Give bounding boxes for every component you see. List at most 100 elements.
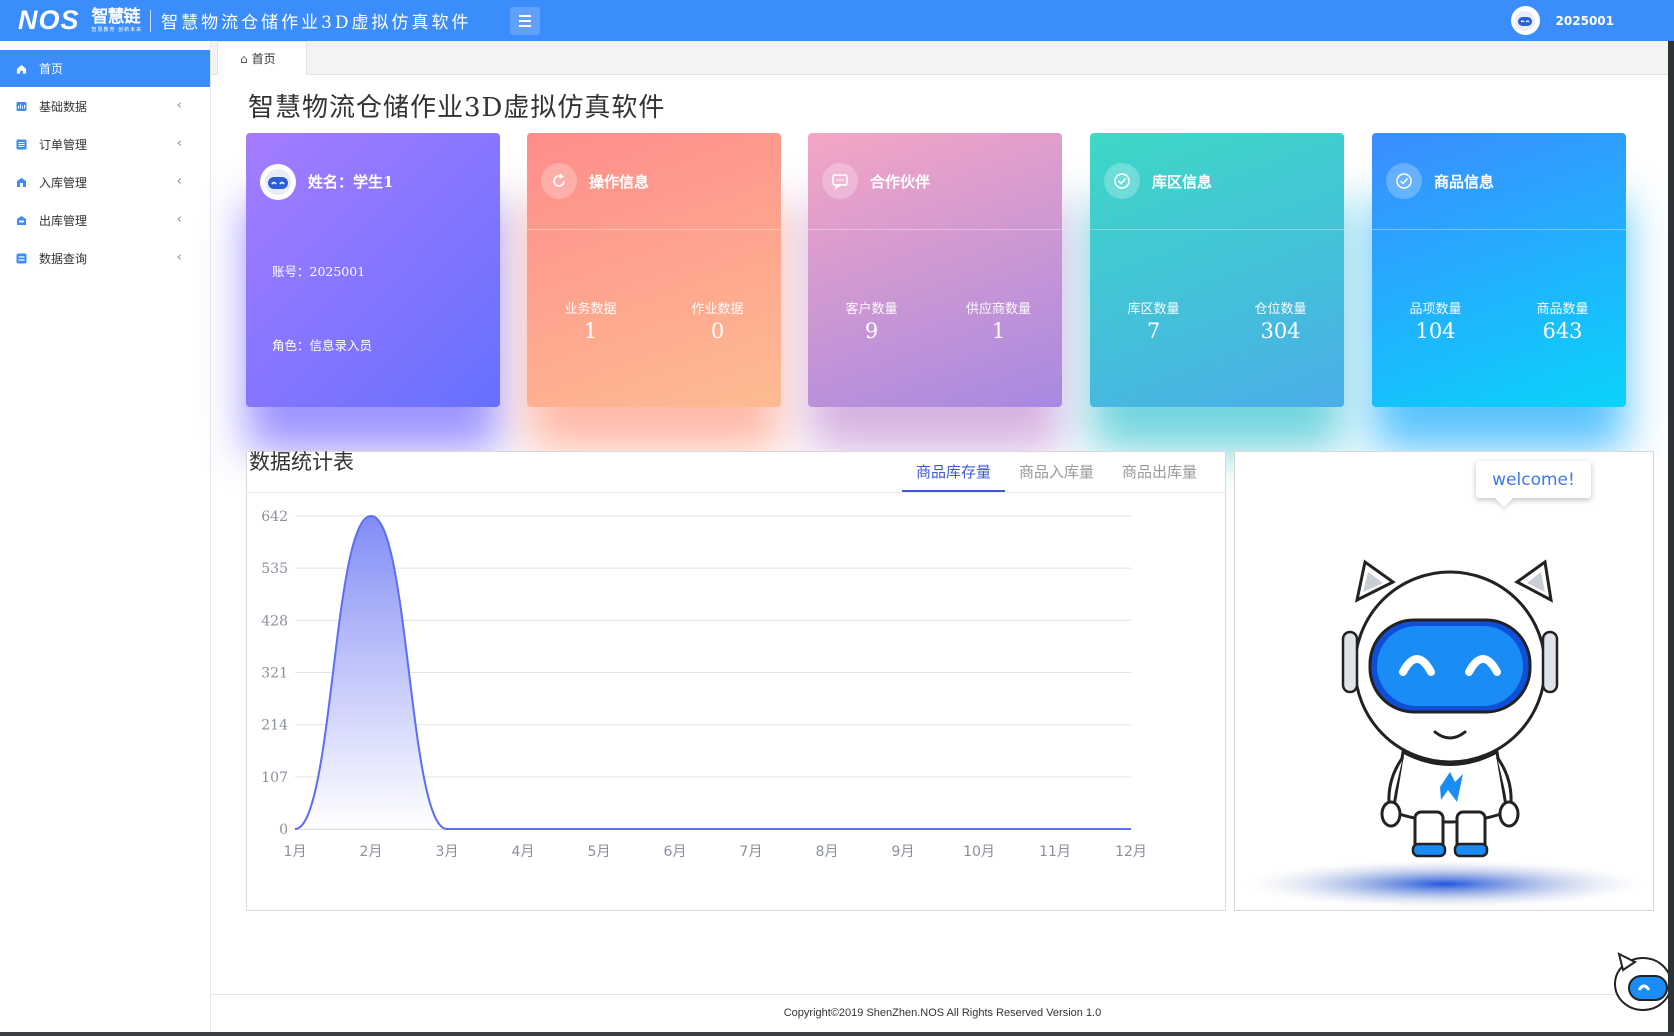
- check-circle-icon: [1386, 163, 1422, 199]
- role-text: 角色：信息录入员: [272, 338, 373, 353]
- chevron-left-icon: ‹: [176, 250, 182, 265]
- stat-location-count: 仓位数量 304: [1217, 298, 1344, 343]
- sidebar-item-base-data[interactable]: 基础数据 ‹: [0, 87, 210, 125]
- refresh-icon: [541, 163, 577, 199]
- stat-label: 客户数量: [845, 302, 898, 317]
- x-tick-label: 4月: [512, 844, 535, 860]
- stat-value: 304: [1260, 319, 1301, 343]
- stat-label: 业务数据: [564, 302, 617, 317]
- panel-title: 数据统计表: [249, 450, 354, 474]
- logo-sub-small: 智慧教育 创新未来: [91, 26, 143, 33]
- sidebar-item-label: 出库管理: [39, 213, 88, 228]
- y-tick-label: 642: [261, 509, 288, 525]
- robot-mascot-image: [1245, 559, 1645, 908]
- statistics-panel: 数据统计表 商品库存量 商品入库量 商品出库量 0 107 214 321 428 535…: [246, 450, 1226, 911]
- menu-toggle-button[interactable]: [509, 6, 540, 35]
- footer-copyright: Copyright©2019 ShenZhen.NOS All Rights R…: [211, 994, 1674, 1036]
- card-title: 操作信息: [589, 172, 650, 191]
- scrollbar[interactable]: [1668, 41, 1674, 1036]
- dashboard-icon: [16, 101, 27, 112]
- chevron-left-icon: ‹: [176, 174, 182, 189]
- partner-info-card[interactable]: 合作伙伴 客户数量 9 供应商数量 1: [808, 133, 1062, 407]
- stat-value: 0: [710, 319, 725, 343]
- stat-label: 库区数量: [1127, 302, 1180, 317]
- sidebar-item-orders[interactable]: 订单管理 ‹: [0, 125, 210, 163]
- sidebar-item-label: 首页: [39, 62, 64, 76]
- stat-job-data: 作业数据 0: [654, 298, 781, 343]
- stat-goods-count: 商品数量 643: [1499, 298, 1626, 343]
- inventory-area-chart: 0 107 214 321 428 535 642 1月 2月 3月 4月 5月 6月 7月 8月 9月 10月…: [261, 509, 1147, 860]
- sidebar-item-label: 数据查询: [39, 251, 88, 266]
- user-info-card: 姓名：学生1 账号：2025001 角色：信息录入员: [246, 133, 500, 407]
- account-text: 账号：2025001: [272, 264, 366, 279]
- y-tick-label: 107: [261, 770, 288, 786]
- check-circle-icon: [1104, 163, 1140, 199]
- chat-icon: [822, 163, 858, 199]
- zone-info-card[interactable]: 库区信息 库区数量 7 仓位数量 304: [1090, 133, 1344, 407]
- x-tick-label: 1月: [284, 844, 307, 860]
- logo: NOS 智慧链 智慧教育 创新未来 智慧物流仓储作业3D虚拟仿真软件: [0, 0, 472, 41]
- stat-value: 1: [583, 319, 598, 343]
- stat-value: 9: [864, 319, 879, 343]
- outbound-icon: [16, 215, 27, 226]
- sidebar-item-query[interactable]: 数据查询 ‹: [0, 239, 210, 277]
- floating-robot-icon[interactable]: [1611, 946, 1671, 1016]
- y-tick-label: 321: [261, 666, 288, 682]
- stat-value: 7: [1146, 319, 1161, 343]
- x-tick-label: 8月: [816, 844, 839, 860]
- x-tick-label: 11月: [1039, 844, 1071, 860]
- sidebar-item-label: 入库管理: [39, 175, 88, 190]
- chart-tabs: 商品库存量 商品入库量 商品出库量: [901, 452, 1211, 492]
- user-menu[interactable]: 2025001: [1510, 6, 1614, 35]
- stat-label: 供应商数量: [965, 302, 1031, 317]
- y-tick-label: 214: [261, 718, 288, 734]
- stat-label: 仓位数量: [1254, 302, 1307, 317]
- goods-info-card[interactable]: 商品信息 品项数量 104 商品数量 643: [1372, 133, 1626, 407]
- sidebar: 首页 基础数据 ‹ 订单管理 ‹ 入库管理 ‹ 出库管理 ‹ 数据查询 ‹: [0, 41, 211, 1036]
- card-title: 商品信息: [1434, 172, 1495, 191]
- operation-info-card[interactable]: 操作信息 业务数据 1 作业数据 0: [527, 133, 781, 407]
- sidebar-item-label: 基础数据: [39, 99, 88, 114]
- card-title: 库区信息: [1152, 172, 1213, 191]
- x-tick-label: 9月: [892, 844, 915, 860]
- logo-divider: [150, 9, 152, 32]
- stat-zone-count: 库区数量 7: [1090, 298, 1217, 343]
- tab-inbound[interactable]: 商品入库量: [1005, 452, 1108, 492]
- tab-inventory[interactable]: 商品库存量: [901, 452, 1005, 492]
- hamburger-icon: [518, 14, 531, 17]
- sidebar-item-home[interactable]: 首页: [0, 50, 210, 87]
- stat-value: 643: [1542, 319, 1583, 343]
- avatar[interactable]: [1510, 6, 1540, 35]
- sidebar-item-outbound[interactable]: 出库管理 ‹: [0, 201, 210, 239]
- home-outline-icon: ⌂: [240, 51, 248, 66]
- y-tick-label: 428: [261, 613, 288, 629]
- chevron-left-icon: ‹: [176, 136, 182, 151]
- card-title: 姓名：学生1: [308, 173, 394, 191]
- top-bar: NOS 智慧链 智慧教育 创新未来 智慧物流仓储作业3D虚拟仿真软件 20250…: [0, 0, 1674, 41]
- database-icon: [16, 253, 27, 264]
- y-tick-label: 535: [261, 561, 288, 577]
- x-tick-label: 10月: [963, 844, 995, 860]
- page-title: 智慧物流仓储作业3D虚拟仿真软件: [248, 93, 666, 123]
- x-tick-label: 5月: [588, 844, 611, 860]
- x-tick-label: 12月: [1115, 844, 1147, 860]
- stat-label: 品项数量: [1409, 302, 1462, 317]
- home-icon: [16, 63, 27, 74]
- stat-supplier-count: 供应商数量 1: [935, 298, 1062, 343]
- card-title: 合作伙伴: [870, 172, 931, 191]
- logo-sub: 智慧链 智慧教育 创新未来: [91, 6, 143, 33]
- stat-value: 104: [1415, 319, 1456, 343]
- stat-item-count: 品项数量 104: [1372, 298, 1499, 343]
- sidebar-item-inbound[interactable]: 入库管理 ‹: [0, 163, 210, 201]
- tab-label: 首页: [251, 52, 276, 66]
- stat-label: 作业数据: [691, 302, 744, 317]
- username[interactable]: 2025001: [1556, 14, 1614, 28]
- logo-nos: NOS: [18, 5, 80, 35]
- stat-business-data: 业务数据 1: [527, 298, 654, 343]
- tab-home[interactable]: ⌂ 首页: [217, 41, 307, 75]
- inbound-icon: [16, 177, 27, 188]
- y-tick-label: 0: [279, 822, 288, 838]
- logo-sub-main: 智慧链: [91, 6, 141, 27]
- tab-outbound[interactable]: 商品出库量: [1108, 452, 1211, 492]
- tab-bar: ⌂ 首页: [211, 41, 1674, 75]
